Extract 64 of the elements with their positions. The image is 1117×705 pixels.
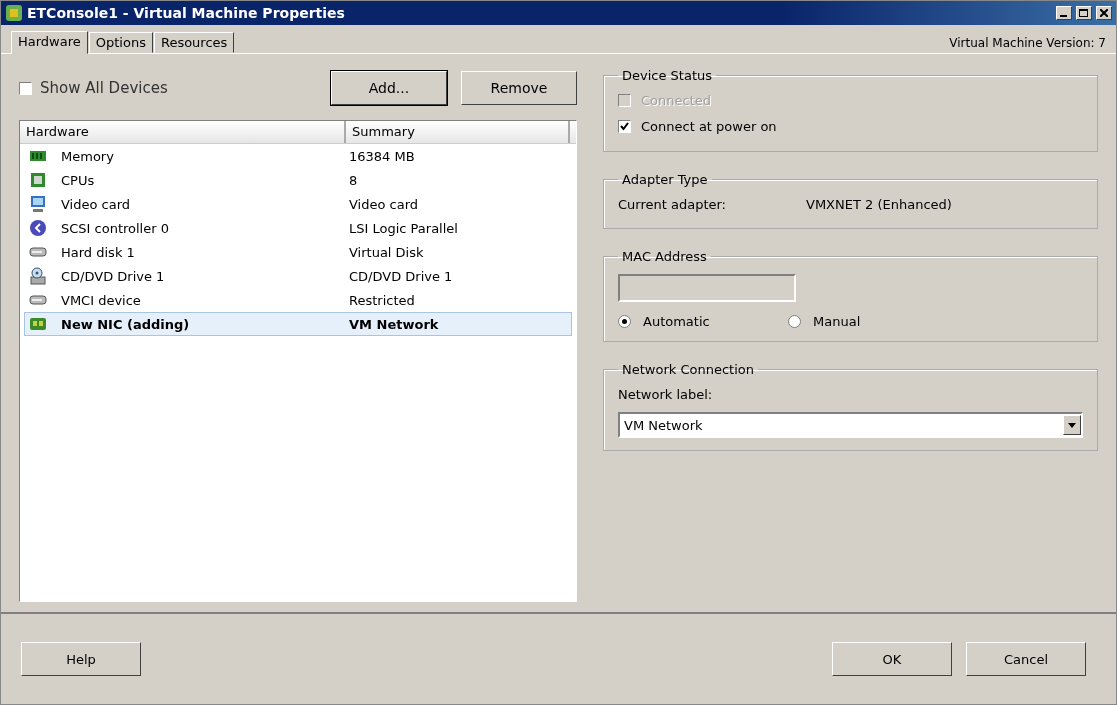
checkbox[interactable] [19,81,32,95]
field-label: Current adapter: [618,197,726,212]
hardware-row[interactable]: New NIC (adding) VM Network [24,312,572,336]
dialog-button[interactable]: OK [832,642,952,676]
device-name: New NIC (adding) [61,316,191,332]
device-summary: Video card [349,196,419,212]
device-name: Memory [61,148,115,164]
monitor-icon [29,195,47,213]
device-name: Video card [61,196,132,212]
device-name: SCSI controller 0 [61,220,170,236]
checkbox-label: Connect at power on [641,118,777,134]
device-name: VMCI device [61,292,142,308]
column-header[interactable]: Hardware [20,121,346,143]
hardware-row[interactable]: Memory 16384 MB [24,144,572,168]
close-button[interactable] [1096,6,1112,20]
hardware-row[interactable]: CPUs 8 [24,168,572,192]
window-title: ETConsole1 - Virtual Machine Properties [27,5,346,21]
device-name: Hard disk 1 [61,244,136,260]
network-card-icon [29,315,47,333]
radio-button[interactable] [788,315,801,328]
radio-button[interactable] [618,315,631,328]
show-all-checkbox[interactable]: Show All Devices [19,79,168,97]
field-label: Network label: [618,387,714,402]
hardware-row[interactable]: VMCI device Restricted [24,288,572,312]
group-title: MAC Address [621,249,708,264]
mac-address-field[interactable] [618,274,796,302]
device-summary: VM Network [349,316,439,332]
chip-icon [29,171,47,189]
checkbox[interactable] [618,119,631,133]
device-name: CD/DVD Drive 1 [61,268,166,284]
hardware-row[interactable]: CD/DVD Drive 1 CD/DVD Drive 1 [24,264,572,288]
device-summary: Virtual Disk [349,244,424,260]
device-summary: CD/DVD Drive 1 [349,268,453,284]
group-title: Network Connection [621,362,755,377]
adapter-value: VMXNET 2 (Enhanced) [806,197,952,212]
radio-label: Automatic [643,314,710,329]
device-summary: LSI Logic Parallel [349,220,458,236]
hardware-row[interactable]: Hard disk 1 Virtual Disk [24,240,572,264]
group-title: Device Status [621,68,714,83]
device-summary: 8 [349,172,358,188]
cd-drive-icon [29,267,47,285]
column-header[interactable]: Summary [346,121,570,143]
minimize-button[interactable] [1056,6,1072,20]
tab[interactable]: Options [88,32,153,53]
close-icon [1100,9,1108,17]
version-label: Virtual Machine Version: 7 [949,36,1106,52]
arrow-circle-icon [29,219,47,237]
maximize-button[interactable] [1076,6,1092,20]
remove-button[interactable]: Remove [461,71,577,105]
help-button[interactable]: Help [21,642,141,676]
add-button[interactable]: Add... [331,71,447,105]
device-summary: Restricted [349,292,415,308]
network-dropdown[interactable]: VM Network [618,412,1083,438]
group-title: Adapter Type [621,172,709,187]
device-name: CPUs [61,172,96,188]
hardware-row[interactable]: Video card Video card [24,192,572,216]
hardware-row[interactable]: SCSI controller 0 LSI Logic Parallel [24,216,572,240]
app-logo-icon [5,4,23,22]
maximize-icon [1079,8,1089,18]
dialog-button[interactable]: Cancel [966,642,1086,676]
radio-label: Manual [813,314,861,329]
device-summary: 16384 MB [349,148,415,164]
tab[interactable]: Resources [153,32,235,53]
tab[interactable]: Hardware [11,31,88,54]
